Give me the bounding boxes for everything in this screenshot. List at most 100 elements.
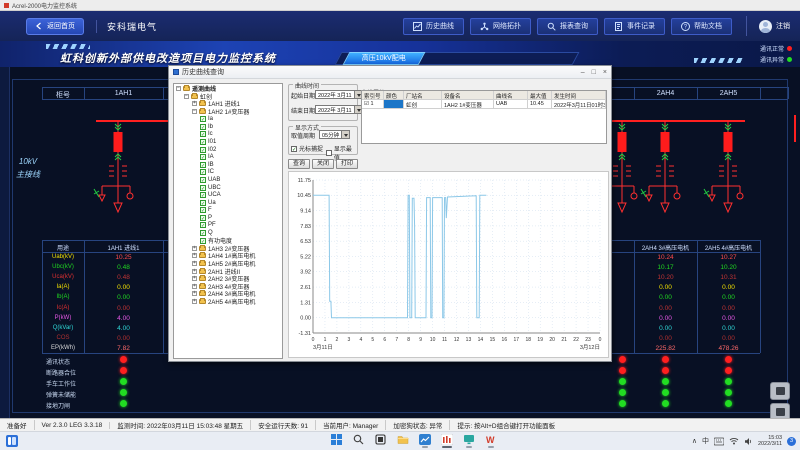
tree-item[interactable]: ✓I02 (176, 146, 282, 154)
tree-expand-icon[interactable]: + (192, 284, 197, 289)
tree-expand-icon[interactable]: + (192, 291, 197, 296)
tree-item[interactable]: ✓Ic (176, 131, 282, 139)
tree-expand-icon[interactable]: − (184, 94, 189, 99)
curve-checkbox-icon[interactable]: ✓ (200, 131, 206, 137)
props-cell[interactable]: ☑ 1 (362, 100, 384, 109)
dialog-titlebar[interactable]: 历史曲线查询 – □ × (169, 66, 611, 79)
curve-checkbox-icon[interactable]: ✓ (200, 192, 206, 198)
start-date-input[interactable]: 2022年 3月11 (315, 90, 363, 99)
tree-expand-icon[interactable]: + (192, 101, 197, 106)
chart-canvas[interactable]: 11.7510.459.147.836.535.223.922.611.310.… (289, 172, 608, 357)
tree-item[interactable]: −1AH2 1#变压器 (176, 108, 282, 116)
speaker-icon[interactable] (744, 437, 753, 446)
props-cell[interactable]: 1AH2 1#变压器 (442, 100, 494, 109)
tree-expand-icon[interactable]: + (192, 253, 197, 258)
tree-item[interactable]: ✓IB (176, 161, 282, 169)
event-record-icon (614, 22, 623, 31)
back-home-button[interactable]: 返回首页 (26, 18, 84, 35)
tab-hv-10kv[interactable]: 高压10kV配电 (343, 52, 426, 65)
props-cell[interactable]: UAB (494, 100, 528, 109)
props-cell[interactable]: 2022年3月11日01时32分 (552, 100, 606, 109)
tree-item[interactable]: ✓Ib (176, 123, 282, 131)
dialog-minimize-button[interactable]: – (581, 69, 585, 76)
nav-button-event-record[interactable]: 事件记录 (604, 18, 665, 35)
user-avatar[interactable] (759, 20, 772, 33)
curve-checkbox-icon[interactable]: ✓ (200, 207, 206, 213)
close-button[interactable]: 关闭 (312, 159, 334, 169)
period-select[interactable]: 05分钟 (319, 130, 350, 139)
curve-checkbox-icon[interactable]: ✓ (200, 200, 206, 206)
tree-item[interactable]: ✓IC (176, 169, 282, 177)
print-button[interactable]: 打印 (336, 159, 358, 169)
curve-checkbox-icon[interactable]: ✓ (200, 162, 206, 168)
props-cell[interactable]: 10.45 (528, 100, 552, 109)
help-doc-icon: ? (681, 22, 690, 31)
tree-expand-icon[interactable]: + (192, 246, 197, 251)
query-button[interactable]: 查询 (288, 159, 310, 169)
cursor-capture-checkbox[interactable]: ✓ (291, 146, 297, 152)
curve-color-swatch[interactable] (384, 100, 404, 109)
curve-checkbox-icon[interactable]: ✓ (200, 185, 206, 191)
nav-button-network-topology[interactable]: 网络拓扑 (470, 18, 531, 35)
nav-button-history-curve[interactable]: 历史曲线 (403, 18, 464, 35)
end-date-input[interactable]: 2022年 3月11 (315, 105, 363, 114)
curve-checkbox-icon[interactable]: ✓ (200, 147, 206, 153)
logout-button[interactable]: 注销 (776, 21, 790, 31)
curve-checkbox-icon[interactable]: ✓ (200, 116, 206, 122)
curve-checkbox-icon[interactable]: ✓ (200, 139, 206, 145)
curve-checkbox-icon[interactable]: ✓ (200, 230, 206, 236)
tree-expand-icon[interactable]: − (192, 109, 197, 114)
tree-item[interactable]: ✓UAB (176, 176, 282, 184)
curve-checkbox-icon[interactable]: ✓ (200, 154, 206, 160)
app-monitor-button[interactable] (462, 434, 475, 449)
status-safe-days: 安全运行天数: 91 (251, 420, 316, 430)
tree-expand-icon[interactable]: − (176, 86, 181, 91)
tree-item[interactable]: ✓IA (176, 153, 282, 161)
history-chart[interactable]: 11.7510.459.147.836.535.223.922.611.310.… (288, 171, 609, 358)
app-wps-button[interactable]: W (484, 434, 497, 449)
curve-checkbox-icon[interactable]: ✓ (200, 169, 206, 175)
taskbar-clock[interactable]: 15:03 2022/3/11 (758, 435, 782, 447)
tree-expand-icon[interactable]: + (192, 276, 197, 281)
tray-expand-icon[interactable]: ∧ (692, 437, 697, 445)
tree-expand-icon[interactable]: + (192, 299, 197, 304)
float-nav-up-button[interactable] (770, 382, 790, 400)
tree-item[interactable]: ✓I01 (176, 138, 282, 146)
tree-item[interactable]: ✓Ua (176, 199, 282, 207)
show-max-checkbox[interactable] (326, 150, 332, 156)
tree-item[interactable]: +2AH5 4#高压电机 (176, 298, 282, 306)
nav-button-help-doc[interactable]: ?帮助文档 (671, 18, 732, 35)
nav-button-report-query[interactable]: 报表查询 (537, 18, 598, 35)
notification-badge[interactable]: 3 (787, 437, 796, 446)
task-view-button[interactable] (374, 434, 387, 449)
dialog-maximize-button[interactable]: □ (592, 69, 596, 76)
tree-item[interactable]: ✓F (176, 207, 282, 215)
period-dropdown-icon[interactable] (341, 131, 349, 138)
tree-item[interactable]: ✓Ia (176, 115, 282, 123)
table-line (163, 240, 164, 353)
curve-checkbox-icon[interactable]: ✓ (200, 124, 206, 130)
tree-item[interactable]: ✓UCA (176, 191, 282, 199)
tree-item[interactable]: −遥测曲线 (176, 85, 282, 93)
curve-checkbox-icon[interactable]: ✓ (200, 238, 206, 244)
bars-app-icon (441, 434, 453, 445)
curve-checkbox-icon[interactable]: ✓ (200, 177, 206, 183)
ime-indicator[interactable]: 中 (702, 436, 709, 446)
wifi-icon[interactable] (729, 437, 739, 445)
widgets-icon[interactable] (6, 435, 18, 447)
tree-item[interactable]: ✓PF (176, 222, 282, 230)
file-explorer-button[interactable] (396, 434, 409, 449)
app-chart-blue-button[interactable] (418, 434, 431, 449)
dialog-close-button[interactable]: × (603, 69, 607, 76)
search-button[interactable] (352, 434, 365, 449)
tree-item[interactable]: ✓UBC (176, 184, 282, 192)
curve-checkbox-icon[interactable]: ✓ (200, 222, 206, 228)
start-button[interactable] (330, 434, 343, 449)
curve-checkbox-icon[interactable]: ✓ (200, 215, 206, 221)
tree-item[interactable]: ✓P (176, 214, 282, 222)
props-cell[interactable]: 虹创 (404, 100, 442, 109)
tree-expand-icon[interactable]: + (192, 269, 197, 274)
tree-expand-icon[interactable]: + (192, 261, 197, 266)
keyboard-icon[interactable] (714, 437, 724, 446)
app-chart-red-button[interactable] (440, 434, 453, 449)
